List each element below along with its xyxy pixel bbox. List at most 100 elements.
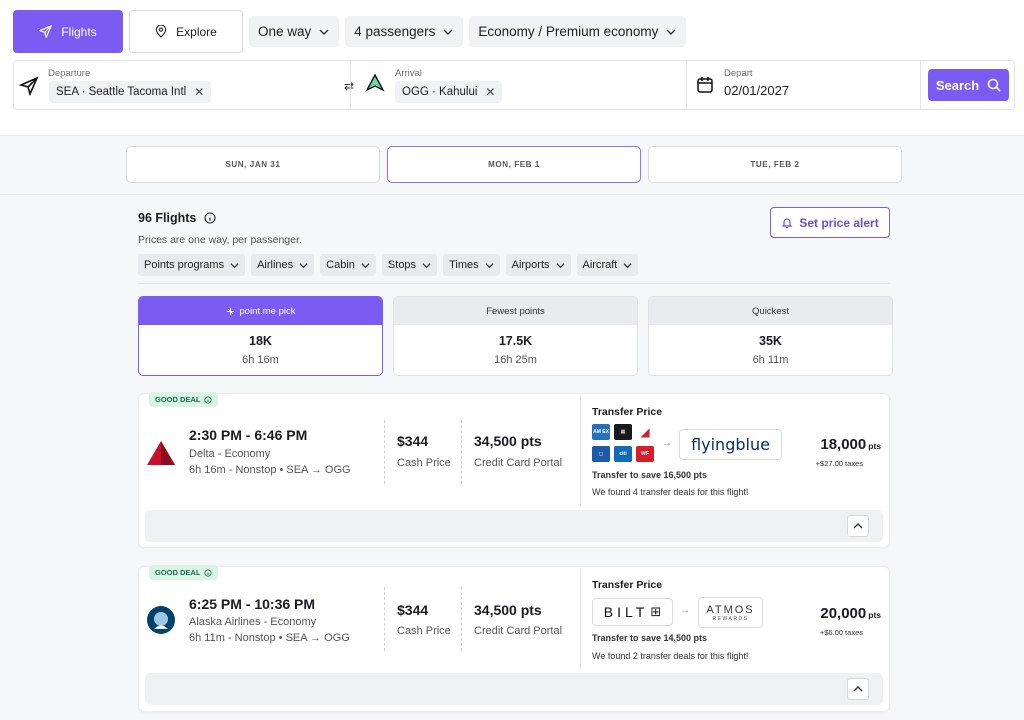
filter-cabin[interactable]: Cabin — [320, 254, 376, 276]
filter-label: Stops — [387, 259, 417, 271]
flights-tab-button[interactable]: Flights — [13, 10, 123, 53]
set-price-alert-button[interactable]: Set price alert — [770, 207, 890, 238]
deal-label: GOOD DEAL — [155, 395, 201, 404]
chevron-down-icon — [319, 29, 329, 35]
chevron-down-icon — [361, 262, 370, 268]
program-name: ATMOS — [706, 603, 755, 616]
chevron-down-icon — [299, 262, 308, 268]
search-options-row: Flights Explore One way 4 passengers Eco… — [13, 10, 687, 53]
cash-price: $344 — [397, 602, 429, 618]
info-icon[interactable] — [204, 212, 216, 224]
sort-duration: 6h 11m — [752, 354, 789, 366]
transfer-points: 20,000 pts — [820, 605, 881, 622]
flight-details-panel — [145, 673, 883, 705]
transfer-points: 18,000 pts — [820, 436, 881, 453]
departure-chip[interactable]: SEA · Seattle Tacoma Intl ✕ — [49, 81, 212, 103]
chase-logo-icon: ▦ — [614, 424, 632, 440]
filter-bar: Points programs Airlines Cabin Stops Tim… — [138, 254, 639, 276]
divider — [461, 587, 462, 651]
arrival-value: OGG · Kahului — [402, 86, 478, 98]
divider — [461, 420, 462, 484]
flight-card[interactable]: GOOD DEAL 6:25 PM - 10:36 PM Alaska Airl… — [138, 565, 890, 712]
arrival-chip[interactable]: OGG · Kahului ✕ — [395, 81, 503, 103]
points-unit: pts — [868, 610, 881, 620]
deal-label: GOOD DEAL — [155, 568, 201, 577]
cabin-select[interactable]: Economy / Premium economy — [469, 16, 687, 47]
sort-points: 17.5K — [498, 334, 533, 348]
transfer-deals-found: We found 2 transfer deals for this fligh… — [592, 651, 749, 661]
search-panel: Flights Explore One way 4 passengers Eco… — [0, 0, 1024, 136]
chevron-up-icon — [853, 686, 863, 692]
chevron-down-icon — [623, 262, 632, 268]
flight-details-panel — [145, 510, 883, 542]
transfer-savings: Transfer to save 14,500 pts — [592, 633, 708, 643]
collapse-button[interactable] — [847, 678, 869, 700]
filter-times[interactable]: Times — [443, 254, 500, 276]
search-fields-row: Departure SEA · Seattle Tacoma Intl ✕ ⇄ … — [13, 60, 1015, 110]
flight-times: 2:30 PM - 6:46 PM — [189, 427, 308, 443]
transfer-taxes: +$27.00 taxes — [815, 459, 863, 468]
filter-airports[interactable]: Airports — [505, 254, 571, 276]
program-subname: REWARDS — [712, 615, 749, 622]
filter-label: Aircraft — [582, 259, 618, 271]
sort-fewest-points[interactable]: Fewest points 17.5K 16h 25m — [393, 296, 638, 376]
close-icon[interactable]: ✕ — [194, 85, 204, 99]
portal-price-label: Credit Card Portal — [474, 625, 563, 637]
filter-label: Points programs — [144, 259, 225, 271]
paper-plane-icon — [39, 25, 53, 38]
search-button-label: Search — [935, 77, 980, 93]
filter-stops[interactable]: Stops — [381, 254, 438, 276]
arrival-label: Arrival — [395, 68, 422, 79]
transfer-price-title: Transfer Price — [592, 579, 663, 591]
date-tab-next[interactable]: TUE, FEB 2 — [648, 146, 902, 183]
explore-tab-label: Explore — [176, 24, 217, 39]
passengers-select[interactable]: 4 passengers — [345, 16, 464, 47]
bilt-grid-icon: ⊞ — [650, 604, 662, 619]
set-price-alert-label: Set price alert — [799, 215, 879, 230]
points-value: 20,000 — [820, 605, 867, 622]
sort-label: Quickest — [752, 305, 789, 317]
filter-points-programs[interactable]: Points programs — [138, 254, 246, 276]
filter-label: Airports — [511, 259, 550, 271]
chevron-down-icon — [443, 29, 453, 35]
search-button[interactable]: Search — [928, 69, 1009, 101]
filter-airlines[interactable]: Airlines — [251, 254, 315, 276]
flights-tab-label: Flights — [61, 24, 97, 39]
collapse-button[interactable] — [847, 515, 869, 537]
date-tab-prev[interactable]: SUN, JAN 31 — [126, 146, 380, 183]
explore-tab-button[interactable]: Explore — [129, 10, 243, 53]
trip-type-select[interactable]: One way — [249, 16, 340, 47]
divider — [580, 569, 581, 669]
good-deal-badge: GOOD DEAL — [149, 565, 219, 580]
flight-card[interactable]: GOOD DEAL 2:30 PM - 6:46 PM Delta - Econ… — [138, 392, 890, 548]
filter-label: Airlines — [257, 259, 294, 271]
arrival-plane-icon — [365, 73, 385, 92]
bilt-logo: BILT ⊞ — [592, 598, 673, 626]
chevron-down-icon — [422, 262, 431, 268]
close-icon[interactable]: ✕ — [485, 85, 495, 99]
date-tab-selected[interactable]: MON, FEB 1 — [387, 146, 641, 183]
swap-icon[interactable]: ⇄ — [340, 77, 358, 95]
portal-price: 34,500 pts — [474, 433, 542, 449]
passengers-value: 4 passengers — [354, 24, 436, 39]
points-value: 18,000 — [820, 436, 867, 453]
chevron-down-icon — [666, 29, 676, 35]
depart-label: Depart — [724, 68, 753, 79]
sort-pointme-pick[interactable]: point.me pick 18K 6h 16m — [138, 296, 383, 376]
transfer-savings: Transfer to save 16,500 pts — [592, 470, 708, 480]
sort-duration: 16h 25m — [494, 354, 537, 366]
depart-date-input[interactable]: 02/01/2027 — [724, 83, 789, 98]
date-selector: SUN, JAN 31 MON, FEB 1 TUE, FEB 2 — [0, 137, 1024, 195]
sort-options: point.me pick 18K 6h 16m Fewest points 1… — [138, 296, 893, 376]
info-icon — [204, 395, 213, 404]
sort-quickest[interactable]: Quickest 35K 6h 11m — [648, 296, 893, 376]
sparkle-icon — [226, 307, 234, 315]
amex-logo-icon: AM EX — [592, 424, 610, 440]
divider — [580, 396, 581, 506]
sort-label: point.me pick — [239, 305, 296, 317]
departure-plane-icon — [19, 76, 39, 96]
flight-route: 6h 11m - Nonstop • SEA → OGG — [189, 632, 350, 644]
filter-aircraft[interactable]: Aircraft — [576, 254, 639, 276]
departure-label: Departure — [48, 68, 91, 79]
program-name: flyingblue — [691, 435, 770, 454]
